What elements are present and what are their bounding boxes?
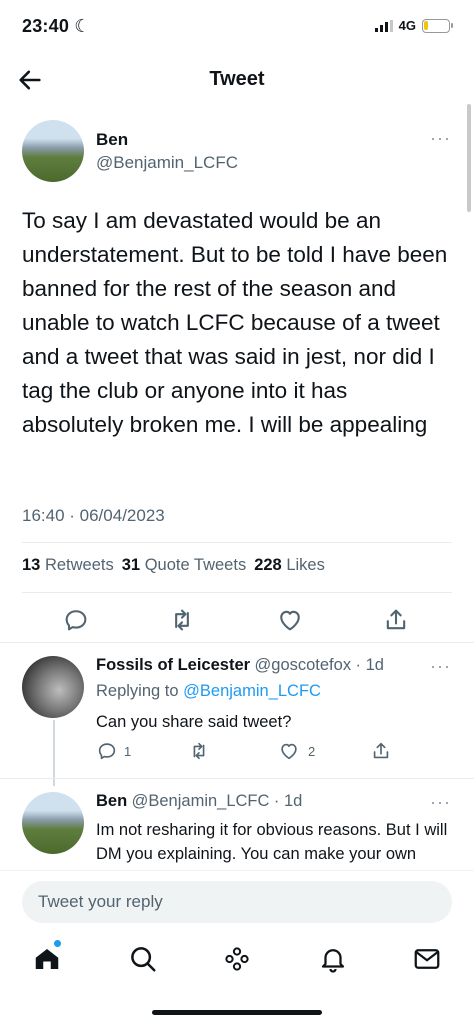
nav-spaces[interactable] <box>222 944 252 974</box>
share-action[interactable] <box>370 740 392 767</box>
like-action[interactable]: 2 <box>278 740 315 762</box>
notification-dot <box>54 940 61 947</box>
nav-notifications[interactable] <box>318 944 348 974</box>
reply-age: · 1d <box>355 656 384 674</box>
tweet-stats: 13 Retweets 31 Quote Tweets 228 Likes <box>22 556 325 575</box>
reply-count: 1 <box>124 743 132 759</box>
nav-messages[interactable] <box>412 944 442 974</box>
avatar[interactable] <box>22 656 84 718</box>
reply-text: Im not resharing it for obvious reasons.… <box>96 821 448 870</box>
more-options-button[interactable]: ··· <box>430 656 451 677</box>
nav-home[interactable] <box>32 944 62 974</box>
share-icon <box>373 742 389 759</box>
avatar[interactable] <box>22 120 84 182</box>
scrollbar[interactable] <box>467 104 471 212</box>
search-icon <box>131 947 156 972</box>
divider <box>0 642 474 643</box>
reply-text: Can you share said tweet? <box>96 713 292 731</box>
retweet-button[interactable] <box>168 606 196 634</box>
author-name[interactable]: Fossils of Leicester <box>96 656 250 674</box>
spaces-icon <box>225 947 249 971</box>
quotes-stat[interactable]: 31 Quote Tweets <box>122 556 246 575</box>
thread-line <box>53 720 55 786</box>
reply-header: Ben @Benjamin_LCFC · 1d <box>96 792 302 811</box>
bell-icon <box>321 949 345 973</box>
divider <box>22 542 452 543</box>
mail-icon <box>414 949 440 969</box>
mention-link[interactable]: @Benjamin_LCFC <box>183 682 321 700</box>
author-handle[interactable]: @Benjamin_LCFC <box>132 792 270 810</box>
reply-action[interactable]: 1 <box>96 740 131 762</box>
divider <box>22 592 452 593</box>
battery-icon <box>422 18 453 33</box>
author-handle[interactable]: @Benjamin_LCFC <box>96 153 238 173</box>
avatar[interactable] <box>22 792 84 854</box>
share-icon <box>386 609 406 630</box>
author-handle[interactable]: @goscotefox <box>255 656 352 674</box>
page-title: Tweet <box>209 68 265 90</box>
signal-icon <box>374 19 393 32</box>
retweet-icon <box>193 742 205 760</box>
reply-header: Fossils of Leicester @goscotefox · 1d <box>96 656 384 675</box>
reply-button[interactable] <box>62 606 90 634</box>
more-options-button[interactable]: ··· <box>430 792 451 813</box>
reply-input[interactable]: Tweet your reply <box>22 881 452 923</box>
comment-icon <box>65 610 87 631</box>
likes-stat[interactable]: 228 Likes <box>254 556 325 575</box>
share-button[interactable] <box>382 606 410 634</box>
retweets-stat[interactable]: 13 Retweets <box>22 556 114 575</box>
status-time: 23:40 ☾ <box>22 16 91 36</box>
tweet-timestamp: 16:40 · 06/04/2023 <box>22 506 165 525</box>
moon-icon: ☾ <box>74 16 91 36</box>
heart-icon <box>280 610 300 631</box>
author-name[interactable]: Ben <box>96 130 128 150</box>
comment-icon <box>98 743 116 760</box>
like-count: 2 <box>308 743 316 759</box>
home-icon <box>35 949 59 969</box>
more-options-button[interactable]: ··· <box>430 128 451 149</box>
retweet-icon <box>175 609 189 631</box>
nav-search[interactable] <box>128 944 158 974</box>
home-indicator <box>152 1010 322 1015</box>
tweet-text: To say I am devastated would be an under… <box>22 208 448 437</box>
replying-to: Replying to @Benjamin_LCFC <box>96 682 321 700</box>
reply-age: · 1d <box>273 792 303 810</box>
divider <box>0 778 474 779</box>
author-name[interactable]: Ben <box>96 792 127 810</box>
retweet-action[interactable] <box>188 740 210 767</box>
heart-icon <box>281 743 297 760</box>
like-button[interactable] <box>276 606 304 634</box>
status-indicators: 4G <box>374 18 453 33</box>
network-type: 4G <box>398 18 416 33</box>
